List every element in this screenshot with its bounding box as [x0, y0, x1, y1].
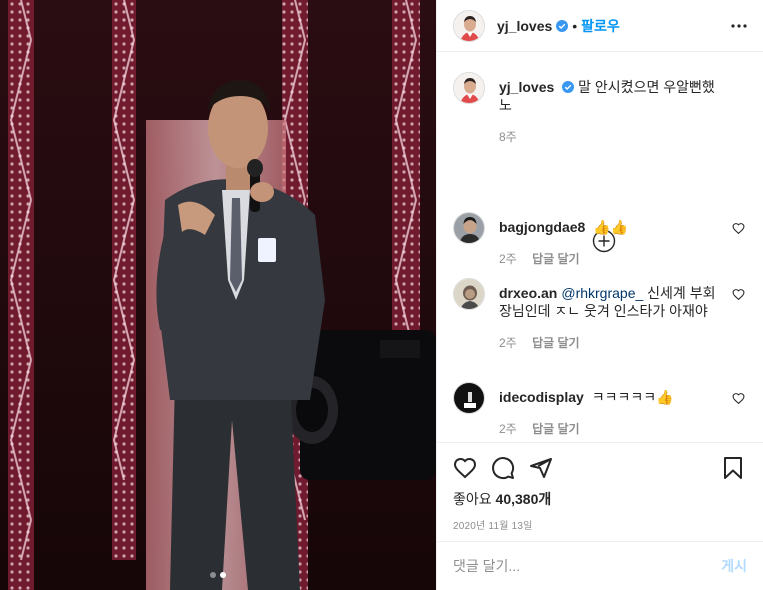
comment-username[interactable]: bagjongdae8: [499, 219, 585, 235]
carousel-indicator: [0, 572, 436, 578]
avatar[interactable]: [453, 278, 485, 310]
share-paper-plane-icon[interactable]: [529, 456, 553, 480]
caption-meta: 8주: [499, 128, 719, 146]
avatar[interactable]: [453, 212, 485, 244]
more-options-icon[interactable]: [729, 16, 749, 36]
add-comment-bar: 게시: [437, 541, 763, 590]
comment-item: bagjongdae8 👍👍 2주 답글 달기: [437, 212, 763, 268]
likes-label: 좋아요: [453, 491, 492, 507]
post-header: yj_loves • 팔로우: [437, 0, 763, 52]
comment-item: drxeo.an @rhkrgrape_ 신세계 부회장님인데 ㅈㄴ 웃겨 인스타…: [437, 278, 763, 352]
comment-list[interactable]: yj_loves 말 안시켰으면 우알뻔했노 8주 bagjongdae8 👍👍…: [437, 72, 763, 442]
comment-meta: 2주 답글 달기: [499, 334, 719, 352]
comment-body: drxeo.an @rhkrgrape_ 신세계 부회장님인데 ㅈㄴ 웃겨 인스타…: [499, 278, 747, 352]
comment-time[interactable]: 2주: [499, 336, 517, 350]
post-photo[interactable]: [0, 0, 436, 590]
post-actions: 좋아요 40,380개 2020년 11월 13일: [437, 442, 763, 542]
separator: •: [572, 17, 578, 34]
post-comment-button[interactable]: 게시: [721, 556, 747, 576]
like-heart-icon[interactable]: [453, 456, 477, 480]
comment-username[interactable]: drxeo.an: [499, 285, 557, 301]
like-comment-heart-icon[interactable]: [732, 392, 745, 405]
comment-time[interactable]: 2주: [499, 252, 517, 266]
caption-time[interactable]: 8주: [499, 130, 517, 144]
username[interactable]: yj_loves: [497, 18, 552, 34]
caption-body: yj_loves 말 안시켰으면 우알뻔했노 8주: [499, 72, 747, 144]
comment-time[interactable]: 2주: [499, 422, 517, 436]
follow-button[interactable]: 팔로우: [581, 16, 620, 36]
avatar[interactable]: [453, 9, 485, 42]
comment-item: idecodisplay ㅋㅋㅋㅋㅋ👍 2주 답글 달기: [437, 382, 763, 438]
comment-body: bagjongdae8 👍👍 2주 답글 달기: [499, 212, 747, 268]
verified-badge-icon: [556, 19, 569, 32]
verified-badge-icon: [562, 81, 575, 93]
reply-button[interactable]: 답글 달기: [532, 336, 580, 350]
like-comment-heart-icon[interactable]: [732, 222, 745, 235]
caption: yj_loves 말 안시켰으면 우알뻔했노 8주: [437, 72, 763, 144]
like-comment-heart-icon[interactable]: [732, 288, 745, 301]
post-side-panel: yj_loves • 팔로우 yj_loves 말 안시켰으면 우알뻔했노 8주…: [436, 0, 763, 590]
comment-text: 👍👍: [593, 219, 629, 235]
reply-button[interactable]: 답글 달기: [532, 252, 580, 266]
bookmark-save-icon[interactable]: [721, 456, 745, 480]
comment-meta: 2주 답글 달기: [499, 420, 719, 438]
likes-number: 40,380개: [495, 491, 552, 507]
comment-meta: 2주 답글 달기: [499, 250, 719, 268]
reply-button[interactable]: 답글 달기: [532, 422, 580, 436]
stage-photo: [0, 0, 436, 590]
comment-username[interactable]: idecodisplay: [499, 389, 584, 405]
comment-text: ㅋㅋㅋㅋㅋ👍: [591, 389, 674, 405]
post-date[interactable]: 2020년 11월 13일: [437, 517, 763, 532]
comment-mention[interactable]: @rhkrgrape_: [561, 285, 643, 301]
carousel-dot-active: [220, 572, 226, 578]
comment-input[interactable]: [453, 558, 722, 574]
comment-body: idecodisplay ㅋㅋㅋㅋㅋ👍 2주 답글 달기: [499, 382, 747, 438]
avatar[interactable]: [453, 382, 485, 414]
carousel-dot: [210, 572, 216, 578]
caption-username[interactable]: yj_loves: [499, 79, 554, 95]
avatar[interactable]: [453, 72, 485, 104]
action-icons: [437, 443, 763, 493]
comment-bubble-icon[interactable]: [491, 456, 515, 480]
